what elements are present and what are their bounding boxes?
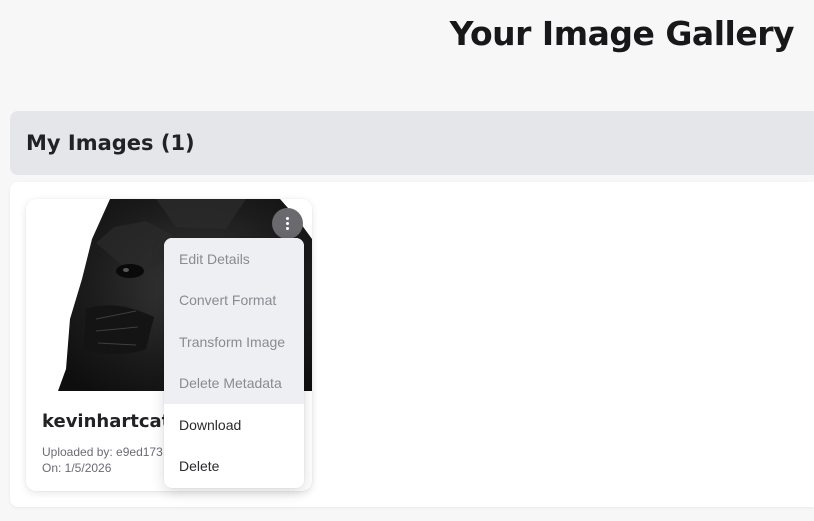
section-title: My Images (1) xyxy=(26,131,195,155)
page-title: Your Image Gallery xyxy=(449,14,795,53)
menu-item-transform-image[interactable]: Transform Image xyxy=(164,321,304,363)
upload-date: On: 1/5/2026 xyxy=(42,461,112,475)
menu-item-download[interactable]: Download xyxy=(164,404,304,446)
menu-item-delete[interactable]: Delete xyxy=(164,445,304,487)
vertical-dots-icon xyxy=(286,217,289,230)
menu-item-convert-format[interactable]: Convert Format xyxy=(164,279,304,321)
menu-item-edit-details[interactable]: Edit Details xyxy=(164,238,304,280)
section-header: My Images (1) xyxy=(10,111,814,175)
image-context-menu: Edit Details Convert Format Transform Im… xyxy=(164,238,304,488)
image-name: kevinhartcat xyxy=(42,411,171,432)
uploader-text: Uploaded by: e9ed173 xyxy=(42,445,163,459)
more-options-button[interactable] xyxy=(272,208,303,239)
menu-item-delete-metadata[interactable]: Delete Metadata xyxy=(164,362,304,404)
gallery-page: Your Image Gallery My Images (1) kevinha… xyxy=(0,0,814,521)
